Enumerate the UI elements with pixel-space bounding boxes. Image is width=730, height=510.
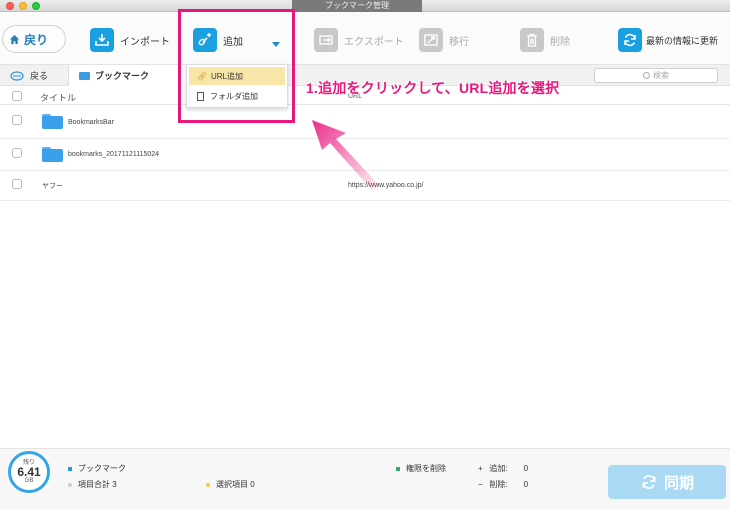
sync-icon [642, 475, 656, 489]
status-bar: 残り 6.41 GB ブックマーク 項目合計 3 選択項目 0 権限を削除 + … [0, 448, 730, 510]
legend-dot [68, 466, 72, 471]
add-count: + 追加: 0 [478, 464, 529, 473]
annotation-arrow [312, 120, 380, 190]
sync-label: 同期 [663, 474, 694, 492]
annotation-text: 1.追加をクリックして、URL追加を選択 [306, 80, 560, 96]
delete-count: − 削除: 0 [478, 480, 529, 489]
selected-items: 選択項目 0 [206, 479, 255, 490]
total-items: 項目合計 3 [68, 479, 117, 490]
storage-gauge: 残り 6.41 GB [8, 451, 50, 493]
sync-button[interactable]: 同期 [608, 465, 726, 499]
gauge-value: 6.41 [17, 465, 41, 479]
legend-perm-delete: 権限を削除 [396, 463, 446, 474]
legend-bookmark: ブックマーク [68, 463, 126, 474]
